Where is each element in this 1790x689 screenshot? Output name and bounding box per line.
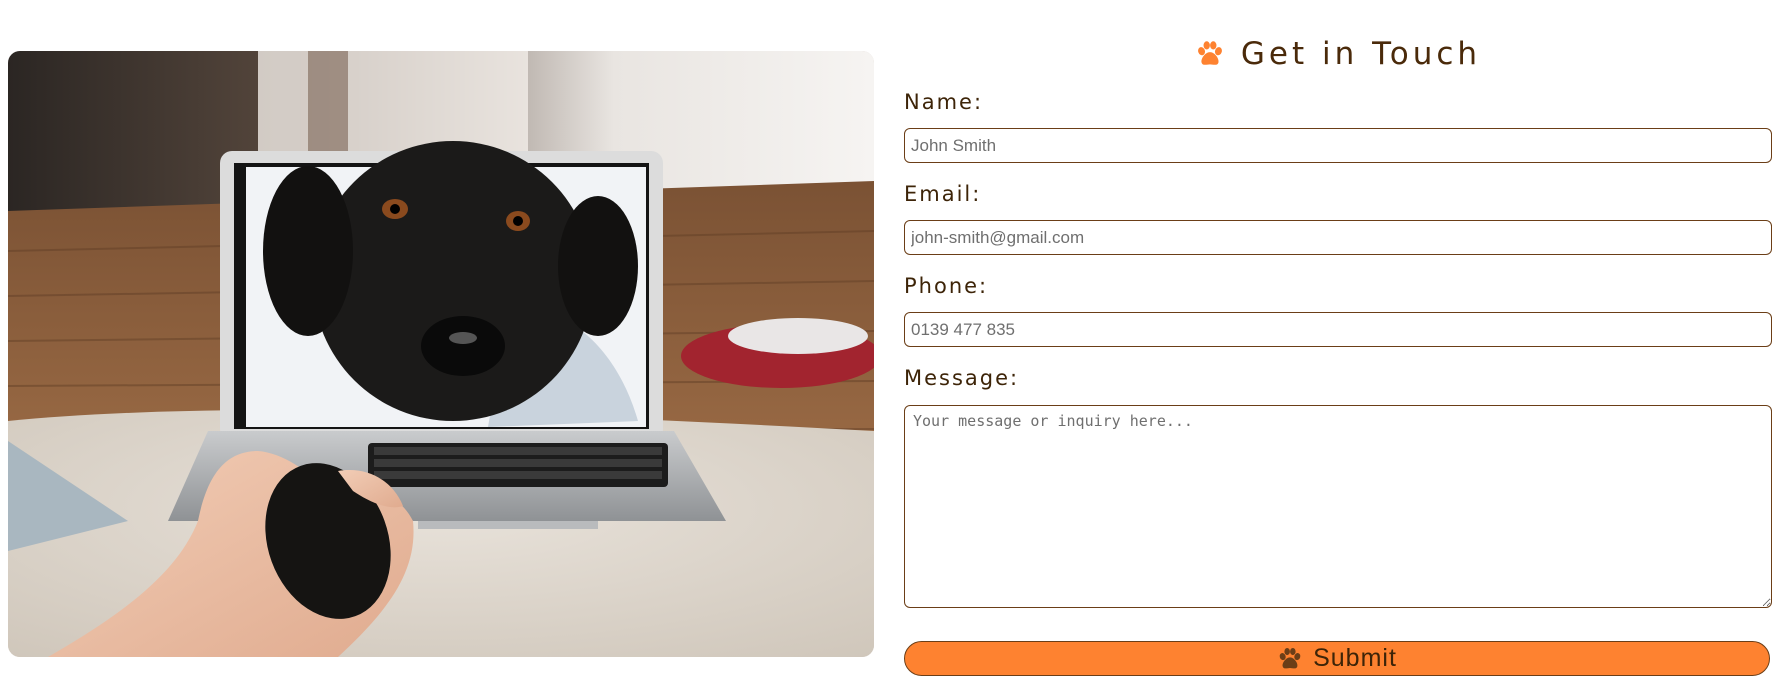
hero-image xyxy=(8,51,874,657)
page-title: Get in Touch xyxy=(1240,36,1482,72)
phone-input[interactable] xyxy=(904,312,1772,347)
email-input[interactable] xyxy=(904,220,1772,255)
name-label: Name: xyxy=(904,90,984,114)
paw-icon xyxy=(1197,41,1222,65)
paw-icon xyxy=(1279,647,1301,668)
contact-page: Get in Touch Name: Email: Phone: Message… xyxy=(0,0,1790,689)
email-label: Email: xyxy=(904,182,982,206)
submit-label: Submit xyxy=(1313,644,1397,672)
submit-button[interactable]: Submit xyxy=(904,641,1770,676)
contact-form: Get in Touch Name: Email: Phone: Message… xyxy=(904,0,1772,689)
message-label: Message: xyxy=(904,366,1020,390)
phone-label: Phone: xyxy=(904,274,989,298)
message-textarea[interactable] xyxy=(904,405,1772,608)
name-input[interactable] xyxy=(904,128,1772,163)
form-heading: Get in Touch xyxy=(904,32,1772,76)
dog-laptop-photo xyxy=(8,51,874,657)
